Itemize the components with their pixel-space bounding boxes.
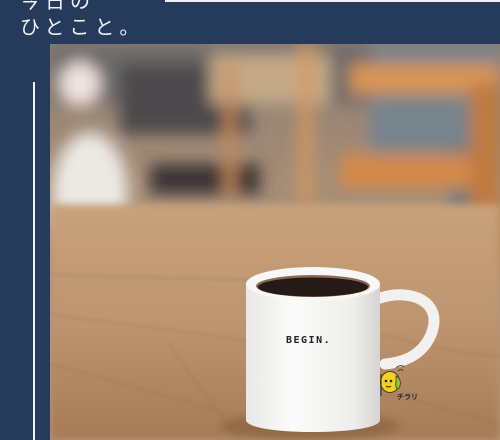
side-divider <box>33 82 35 440</box>
coffee-photo <box>50 44 500 440</box>
mug-text: BEGIN. <box>286 335 332 346</box>
heading-line-1: 今日の <box>20 0 95 13</box>
page-heading: 今日の ひとこと。 <box>20 0 144 40</box>
coffee-photo-illustration <box>50 44 500 440</box>
top-divider <box>165 0 500 2</box>
mascot-caption: チラリ <box>397 393 418 401</box>
heading-line-2: ひとこと。 <box>20 15 145 39</box>
